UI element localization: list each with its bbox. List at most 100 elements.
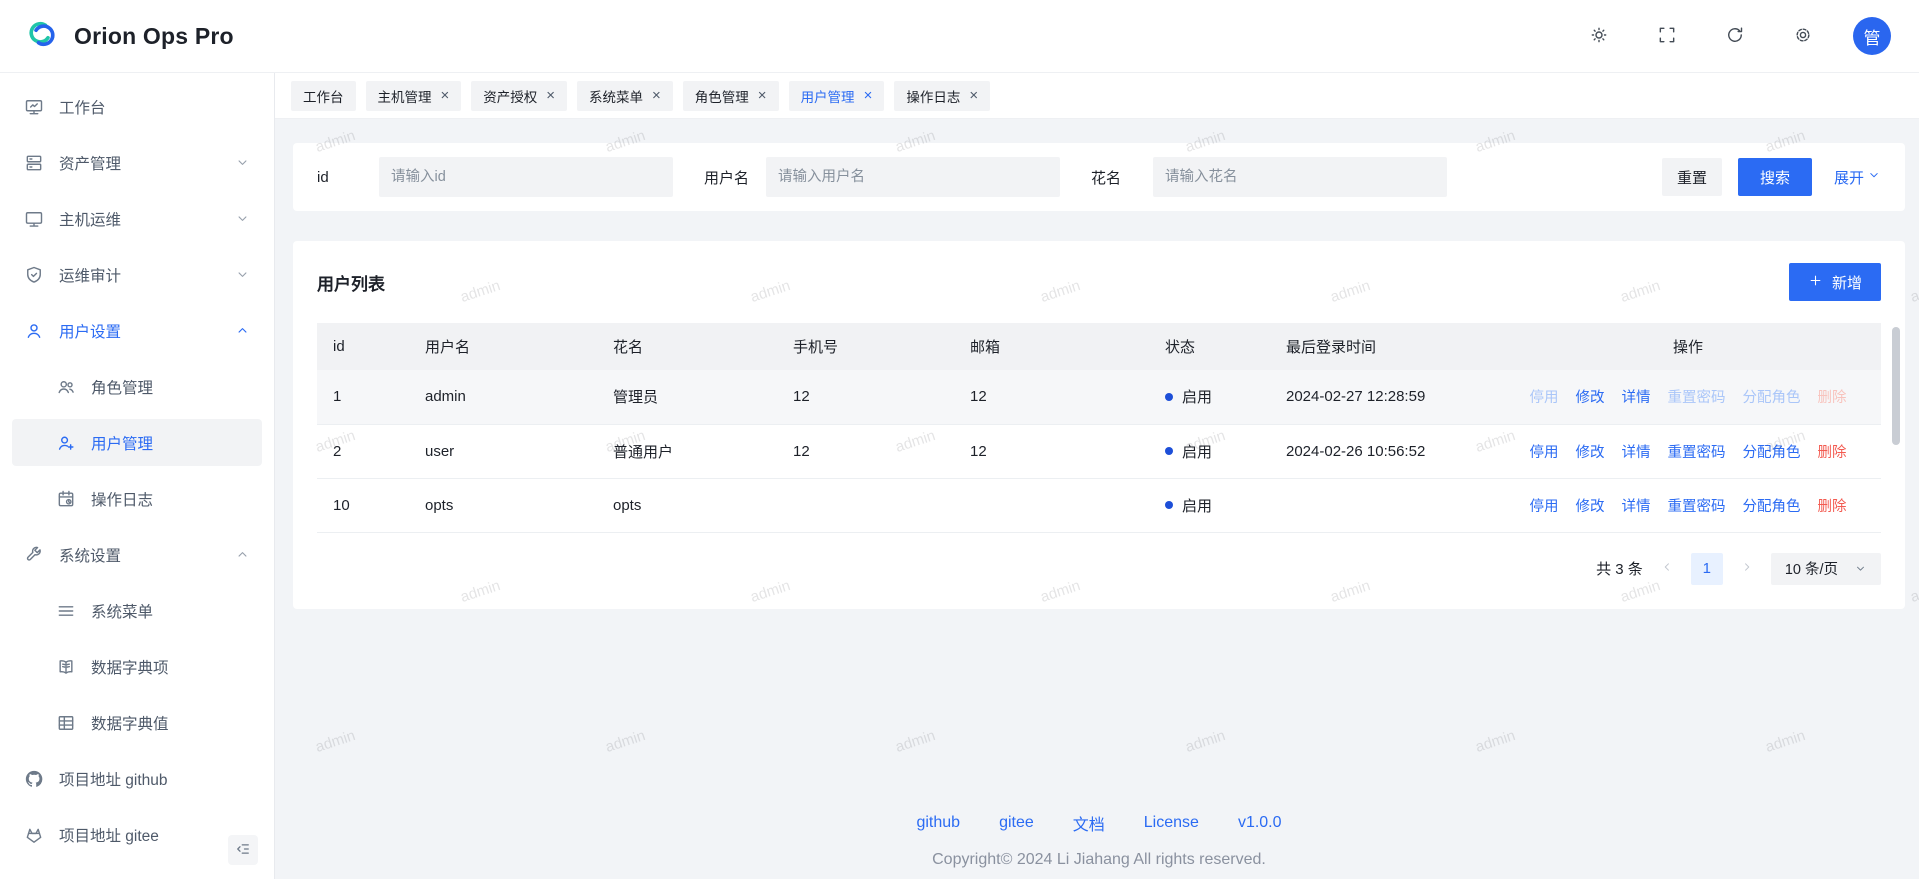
cell-id: 1 xyxy=(317,370,409,424)
search-button[interactable]: 搜索 xyxy=(1738,158,1812,196)
footer-link-github[interactable]: github xyxy=(916,814,960,832)
cell-nickname: 普通用户 xyxy=(597,424,777,478)
table-scrollbar-thumb[interactable] xyxy=(1892,327,1900,445)
column-header-nickname: 花名 xyxy=(597,323,777,370)
footer-link-gitee[interactable]: gitee xyxy=(999,814,1034,832)
action-分配角色[interactable]: 分配角色 xyxy=(1743,495,1801,516)
avatar[interactable]: 管 xyxy=(1853,17,1891,55)
close-icon[interactable]: × xyxy=(758,88,767,103)
page-size-value: 10 条/页 xyxy=(1785,558,1838,579)
search-field-username: 用户名 xyxy=(704,157,1060,197)
close-icon[interactable]: × xyxy=(441,88,450,103)
chevron-down-icon xyxy=(235,155,250,170)
sidebar: 工作台资产管理主机运维运维审计用户设置角色管理用户管理操作日志系统设置系统菜单数… xyxy=(0,73,275,879)
chevron-left-icon xyxy=(1660,560,1674,578)
sidebar-item-label: 项目地址 gitee xyxy=(59,824,159,846)
refresh-button[interactable] xyxy=(1717,18,1753,54)
action-重置密码[interactable]: 重置密码 xyxy=(1668,495,1726,516)
tab-asset-authorization[interactable]: 资产授权× xyxy=(471,81,567,111)
status-label: 启用 xyxy=(1182,441,1212,462)
assets-icon xyxy=(24,153,44,173)
sidebar-item-label: 运维审计 xyxy=(59,264,121,286)
fullscreen-button[interactable] xyxy=(1649,18,1685,54)
action-修改[interactable]: 修改 xyxy=(1576,495,1605,516)
username-input[interactable] xyxy=(766,157,1060,197)
logo[interactable]: Orion Ops Pro xyxy=(22,15,234,58)
prev-page-button[interactable] xyxy=(1660,560,1674,578)
tab-system-menu[interactable]: 系统菜单 × xyxy=(577,81,673,111)
action-删除[interactable]: 删除 xyxy=(1818,495,1847,516)
sidebar-item-gitee-link[interactable]: 项目地址 gitee xyxy=(12,811,262,858)
action-重置密码[interactable]: 重置密码 xyxy=(1668,441,1726,462)
sidebar-item-host-ops[interactable]: 主机运维 xyxy=(12,195,262,242)
cell-status: 启用 xyxy=(1149,370,1270,424)
tab-workbench[interactable]: 工作台 xyxy=(291,81,356,111)
expand-toggle[interactable]: 展开 xyxy=(1834,167,1881,188)
sidebar-item-user-management[interactable]: 用户管理 xyxy=(12,419,262,466)
close-icon[interactable]: × xyxy=(652,88,661,103)
sidebar-collapse-button[interactable] xyxy=(228,835,258,865)
sidebar-item-workbench[interactable]: 工作台 xyxy=(12,83,262,130)
sidebar-item-user-settings[interactable]: 用户设置 xyxy=(12,307,262,354)
tab-bar: 工作台主机管理×资产授权×系统菜单×角色管理×用户管理×操作日志× xyxy=(275,73,1919,119)
sidebar-item-dict-values[interactable]: 数据字典值 xyxy=(12,699,262,746)
action-修改[interactable]: 修改 xyxy=(1576,386,1605,407)
next-page-button[interactable] xyxy=(1740,560,1754,578)
sidebar-item-ops-audit[interactable]: 运维审计 xyxy=(12,251,262,298)
tab-role-management[interactable]: 角色管理× xyxy=(683,81,779,111)
action-详情[interactable]: 详情 xyxy=(1622,495,1651,516)
chevron-up-icon xyxy=(235,323,250,338)
action-停用[interactable]: 停用 xyxy=(1530,495,1559,516)
collapse-icon xyxy=(234,840,252,861)
cell-actions: 停用修改详情重置密码分配角色删除 xyxy=(1495,370,1881,424)
nickname-input[interactable] xyxy=(1153,157,1447,197)
action-重置密码: 重置密码 xyxy=(1668,386,1726,407)
tab-host-management[interactable]: 主机管理× xyxy=(366,81,462,111)
audit-icon xyxy=(24,265,44,285)
sidebar-item-github-link[interactable]: 项目地址 github xyxy=(12,755,262,802)
sidebar-item-dict-keys[interactable]: 数据字典项 xyxy=(12,643,262,690)
action-详情[interactable]: 详情 xyxy=(1622,441,1651,462)
sidebar-item-asset-management[interactable]: 资产管理 xyxy=(12,139,262,186)
copyright-text: Copyright© 2024 Li Jiahang All rights re… xyxy=(293,851,1905,869)
close-icon[interactable]: × xyxy=(864,88,873,103)
footer-link-docs[interactable]: 文档 xyxy=(1073,811,1105,835)
cell-email xyxy=(954,478,1149,532)
action-分配角色: 分配角色 xyxy=(1743,386,1801,407)
footer-link-license[interactable]: License xyxy=(1144,814,1199,832)
app-title: Orion Ops Pro xyxy=(74,23,234,50)
user-add-icon xyxy=(56,433,76,453)
search-field-nickname: 花名 xyxy=(1091,157,1447,197)
theme-button[interactable] xyxy=(1581,18,1617,54)
action-详情[interactable]: 详情 xyxy=(1622,386,1651,407)
cell-nickname: 管理员 xyxy=(597,370,777,424)
action-停用[interactable]: 停用 xyxy=(1530,441,1559,462)
add-user-button[interactable]: 新增 xyxy=(1789,263,1881,301)
page-number-1[interactable]: 1 xyxy=(1691,553,1723,585)
dict-key-icon xyxy=(56,657,76,677)
sidebar-item-system-menu[interactable]: 系统菜单 xyxy=(12,587,262,634)
close-icon[interactable]: × xyxy=(546,88,555,103)
close-icon[interactable]: × xyxy=(969,88,978,103)
table-row-user-10: 10optsopts启用停用修改详情重置密码分配角色删除 xyxy=(317,478,1881,532)
action-分配角色[interactable]: 分配角色 xyxy=(1743,441,1801,462)
page-size-select[interactable]: 10 条/页 xyxy=(1771,553,1881,585)
id-input[interactable] xyxy=(379,157,673,197)
status-dot xyxy=(1165,393,1173,401)
action-停用: 停用 xyxy=(1530,386,1559,407)
tab-user-management[interactable]: 用户管理× xyxy=(789,81,885,111)
cell-email: 12 xyxy=(954,370,1149,424)
action-修改[interactable]: 修改 xyxy=(1576,441,1605,462)
reset-button[interactable]: 重置 xyxy=(1662,158,1722,196)
settings-button[interactable] xyxy=(1785,18,1821,54)
sidebar-item-operation-log[interactable]: 操作日志 xyxy=(12,475,262,522)
cell-last_login_time: 2024-02-26 10:56:52 xyxy=(1270,424,1495,478)
tab-label: 系统菜单 xyxy=(589,86,643,106)
action-删除[interactable]: 删除 xyxy=(1818,441,1847,462)
wrench-icon xyxy=(24,545,44,565)
footer-link-version[interactable]: v1.0.0 xyxy=(1238,814,1282,832)
tab-operation-log[interactable]: 操作日志× xyxy=(894,81,990,111)
sidebar-item-role-management[interactable]: 角色管理 xyxy=(12,363,262,410)
sidebar-item-system-settings[interactable]: 系统设置 xyxy=(12,531,262,578)
add-user-label: 新增 xyxy=(1832,272,1862,293)
